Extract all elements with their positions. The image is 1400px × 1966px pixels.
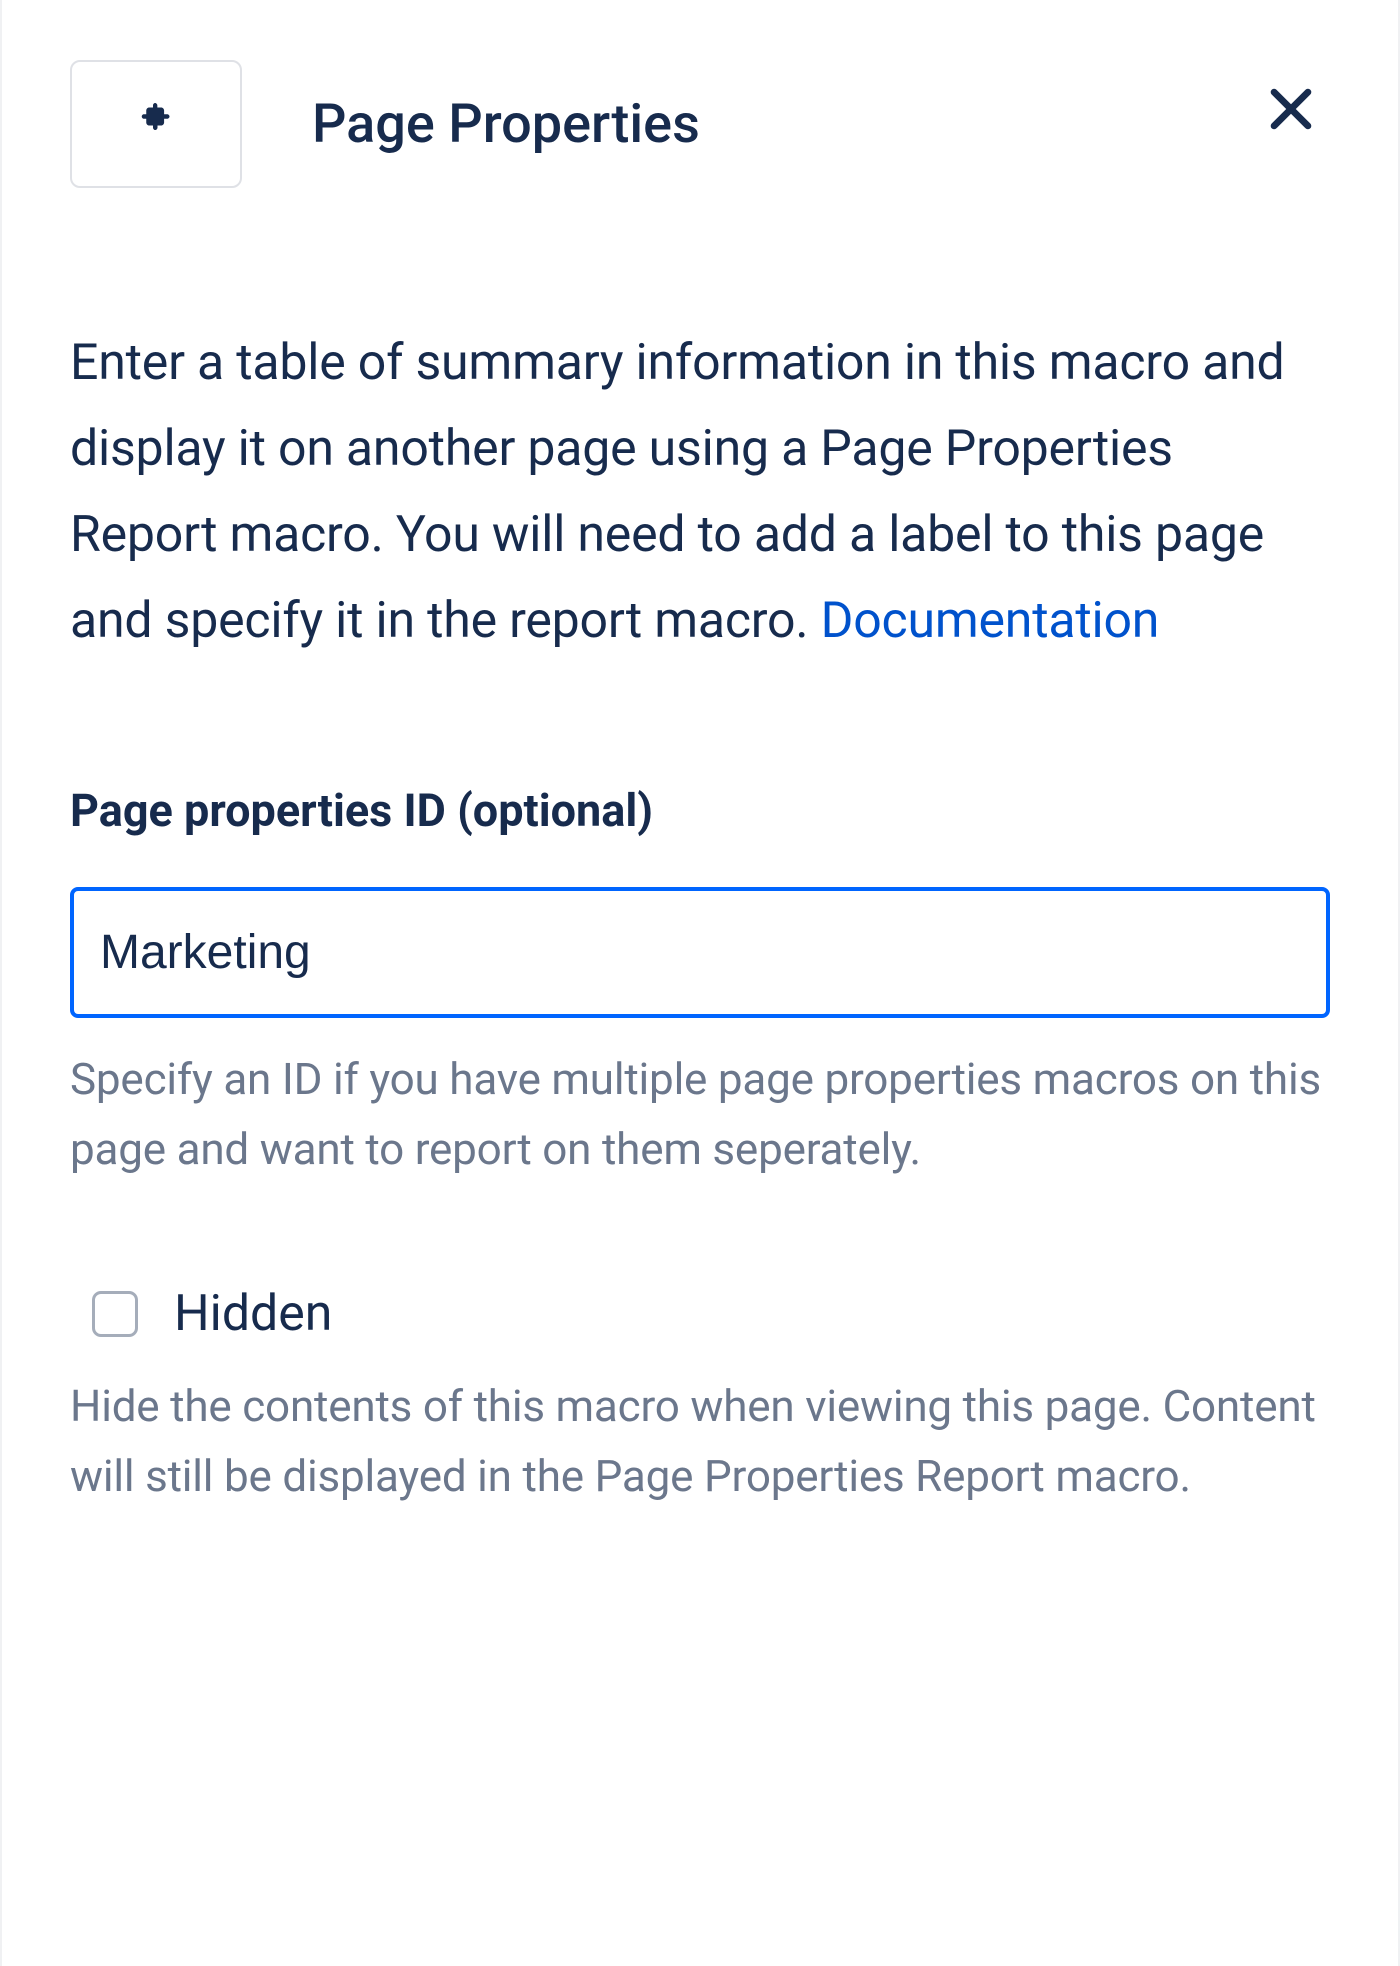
page-properties-id-input[interactable] — [70, 887, 1330, 1018]
close-icon — [1262, 80, 1320, 138]
close-button[interactable] — [1252, 70, 1330, 148]
page-properties-panel: Page Properties Enter a table of summary… — [0, 0, 1400, 1966]
hidden-checkbox-label: Hidden — [174, 1285, 332, 1343]
field-hidden: Hidden Hide the contents of this macro w… — [70, 1285, 1330, 1512]
panel-description: Enter a table of summary information in … — [70, 320, 1330, 664]
field-label-id: Page properties ID (optional) — [70, 784, 1330, 837]
field-help-hidden: Hide the contents of this macro when vie… — [70, 1371, 1330, 1512]
macro-icon-container — [70, 60, 242, 188]
field-page-properties-id: Page properties ID (optional) Specify an… — [70, 784, 1330, 1185]
puzzle-piece-icon — [138, 103, 174, 145]
hidden-checkbox[interactable] — [92, 1291, 138, 1337]
panel-title: Page Properties — [312, 93, 1182, 156]
documentation-link[interactable]: Documentation — [821, 592, 1160, 650]
hidden-checkbox-row[interactable]: Hidden — [92, 1285, 1330, 1343]
panel-header: Page Properties — [70, 60, 1330, 188]
field-help-id: Specify an ID if you have multiple page … — [70, 1044, 1330, 1185]
